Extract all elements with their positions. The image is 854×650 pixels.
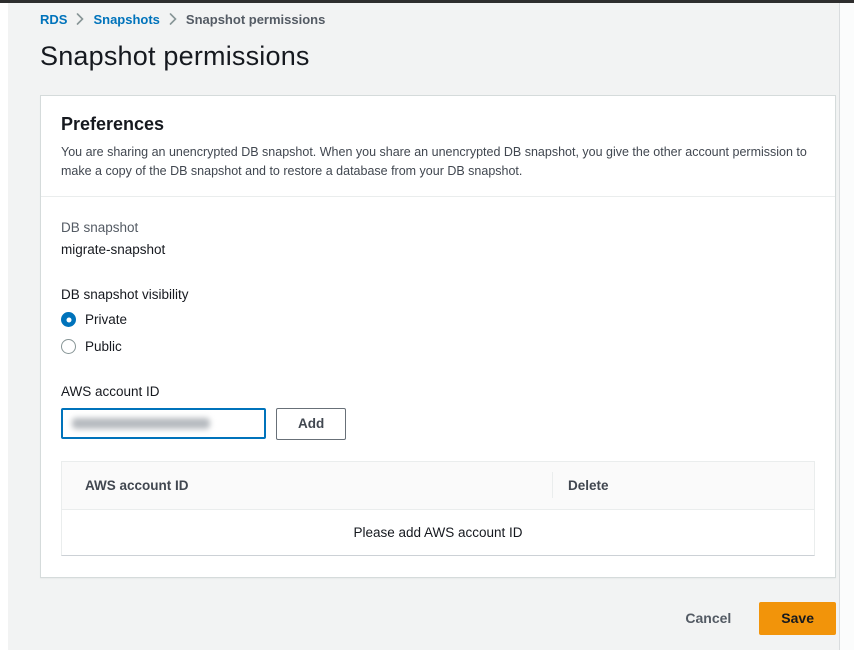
db-snapshot-label: DB snapshot [61, 220, 815, 235]
column-header-delete: Delete [552, 472, 814, 498]
table-header-row: AWS account ID Delete [62, 462, 814, 510]
radio-public-label: Public [85, 339, 122, 354]
radio-option-public[interactable]: Public [61, 338, 815, 356]
shared-accounts-table: AWS account ID Delete Please add AWS acc… [61, 461, 815, 556]
page-content: RDS Snapshots Snapshot permissions Snaps… [40, 10, 836, 635]
account-id-label: AWS account ID [61, 384, 815, 399]
footer-actions: Cancel Save [40, 602, 836, 635]
column-divider [552, 472, 553, 498]
window-left-edge [0, 3, 8, 650]
visibility-label: DB snapshot visibility [61, 287, 815, 302]
breadcrumb-link-snapshots[interactable]: Snapshots [93, 12, 159, 27]
add-button[interactable]: Add [276, 408, 346, 440]
preferences-card-body: DB snapshot migrate-snapshot DB snapshot… [41, 197, 835, 577]
preferences-description: You are sharing an unencrypted DB snapsh… [61, 143, 813, 181]
preferences-title: Preferences [61, 114, 815, 135]
cancel-button[interactable]: Cancel [685, 610, 731, 626]
account-id-section: AWS account ID Add [61, 384, 815, 440]
breadcrumb-link-rds[interactable]: RDS [40, 12, 67, 27]
radio-selected-icon[interactable] [61, 312, 76, 327]
db-snapshot-value: migrate-snapshot [61, 242, 815, 257]
window-right-edge [839, 3, 854, 650]
column-header-account-id: AWS account ID [62, 478, 552, 493]
window-top-edge [0, 0, 854, 3]
column-header-delete-label: Delete [568, 478, 609, 493]
radio-private-label: Private [85, 312, 127, 327]
radio-option-private[interactable]: Private [61, 311, 815, 329]
chevron-right-icon [76, 13, 84, 25]
page-title: Snapshot permissions [40, 41, 836, 72]
breadcrumb-current: Snapshot permissions [186, 12, 325, 27]
radio-unselected-icon[interactable] [61, 339, 76, 354]
account-id-input-row: Add [61, 408, 815, 440]
db-snapshot-field: DB snapshot migrate-snapshot [61, 220, 815, 257]
breadcrumb: RDS Snapshots Snapshot permissions [40, 10, 836, 28]
redacted-account-id-value [72, 418, 210, 429]
preferences-card: Preferences You are sharing an unencrypt… [40, 95, 836, 578]
aws-account-id-input[interactable] [61, 408, 266, 439]
chevron-right-icon [169, 13, 177, 25]
preferences-card-header: Preferences You are sharing an unencrypt… [41, 96, 835, 197]
visibility-group: DB snapshot visibility Private Public [61, 287, 815, 356]
save-button[interactable]: Save [759, 602, 836, 635]
table-empty-message: Please add AWS account ID [62, 510, 814, 555]
